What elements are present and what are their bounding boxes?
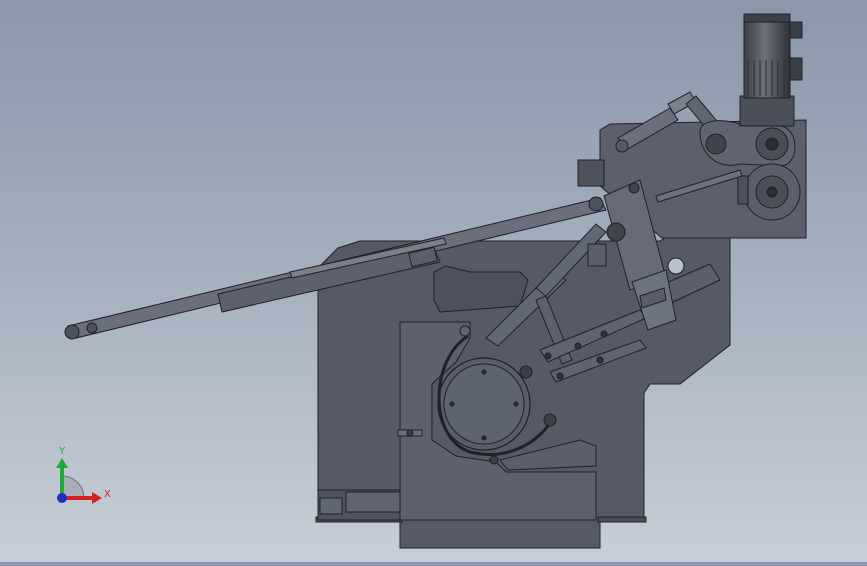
mounting-hole <box>667 257 685 275</box>
roller-bolt <box>481 435 487 441</box>
latch-knob <box>406 429 414 437</box>
roller-bolt <box>513 401 519 407</box>
lower-left-tube <box>345 491 401 513</box>
pulley-small <box>489 455 499 465</box>
pivot <box>544 352 552 360</box>
motor-terminal-box <box>789 57 803 81</box>
y-axis-label: Y <box>58 446 66 457</box>
drive-pulley <box>705 133 727 155</box>
upper-opening <box>433 265 529 313</box>
left-block <box>577 159 605 187</box>
pulley-top <box>459 325 471 337</box>
lower-left-block <box>319 497 343 515</box>
actuator-pivot <box>628 182 640 194</box>
drive-pulley-hub <box>765 137 779 151</box>
actuator-pivot <box>606 222 626 242</box>
gear-motor <box>743 17 791 99</box>
z-axis-dot <box>57 493 67 503</box>
guide-roller-hub <box>766 186 778 198</box>
conveyor-end-roller <box>64 324 80 340</box>
pulley-small <box>543 413 557 427</box>
pivot <box>574 342 582 350</box>
roller-bolt <box>481 369 487 375</box>
pivot <box>596 356 604 364</box>
conveyor-head-pulley <box>588 196 604 212</box>
coordinate-triad: Y X <box>56 446 111 504</box>
cad-viewport[interactable]: Y X <box>0 0 867 562</box>
motor-gearbox <box>739 95 795 127</box>
cylinder-end <box>615 139 629 153</box>
roller-bracket <box>737 175 749 205</box>
large-roller-face <box>443 363 525 445</box>
x-axis-arrow <box>92 492 102 504</box>
x-axis-label: X <box>104 489 111 500</box>
pulley-small <box>519 365 533 379</box>
pivot <box>556 372 564 380</box>
link-block <box>587 243 607 267</box>
pivot <box>600 330 608 338</box>
motor-cap <box>743 13 791 23</box>
machine-drawing: Y X <box>56 13 807 549</box>
conveyor-end-roller <box>86 322 98 334</box>
y-axis-arrow <box>56 458 68 468</box>
base-foot-right <box>597 516 647 523</box>
roller-bolt <box>449 401 455 407</box>
motor-terminal-box <box>789 21 803 39</box>
